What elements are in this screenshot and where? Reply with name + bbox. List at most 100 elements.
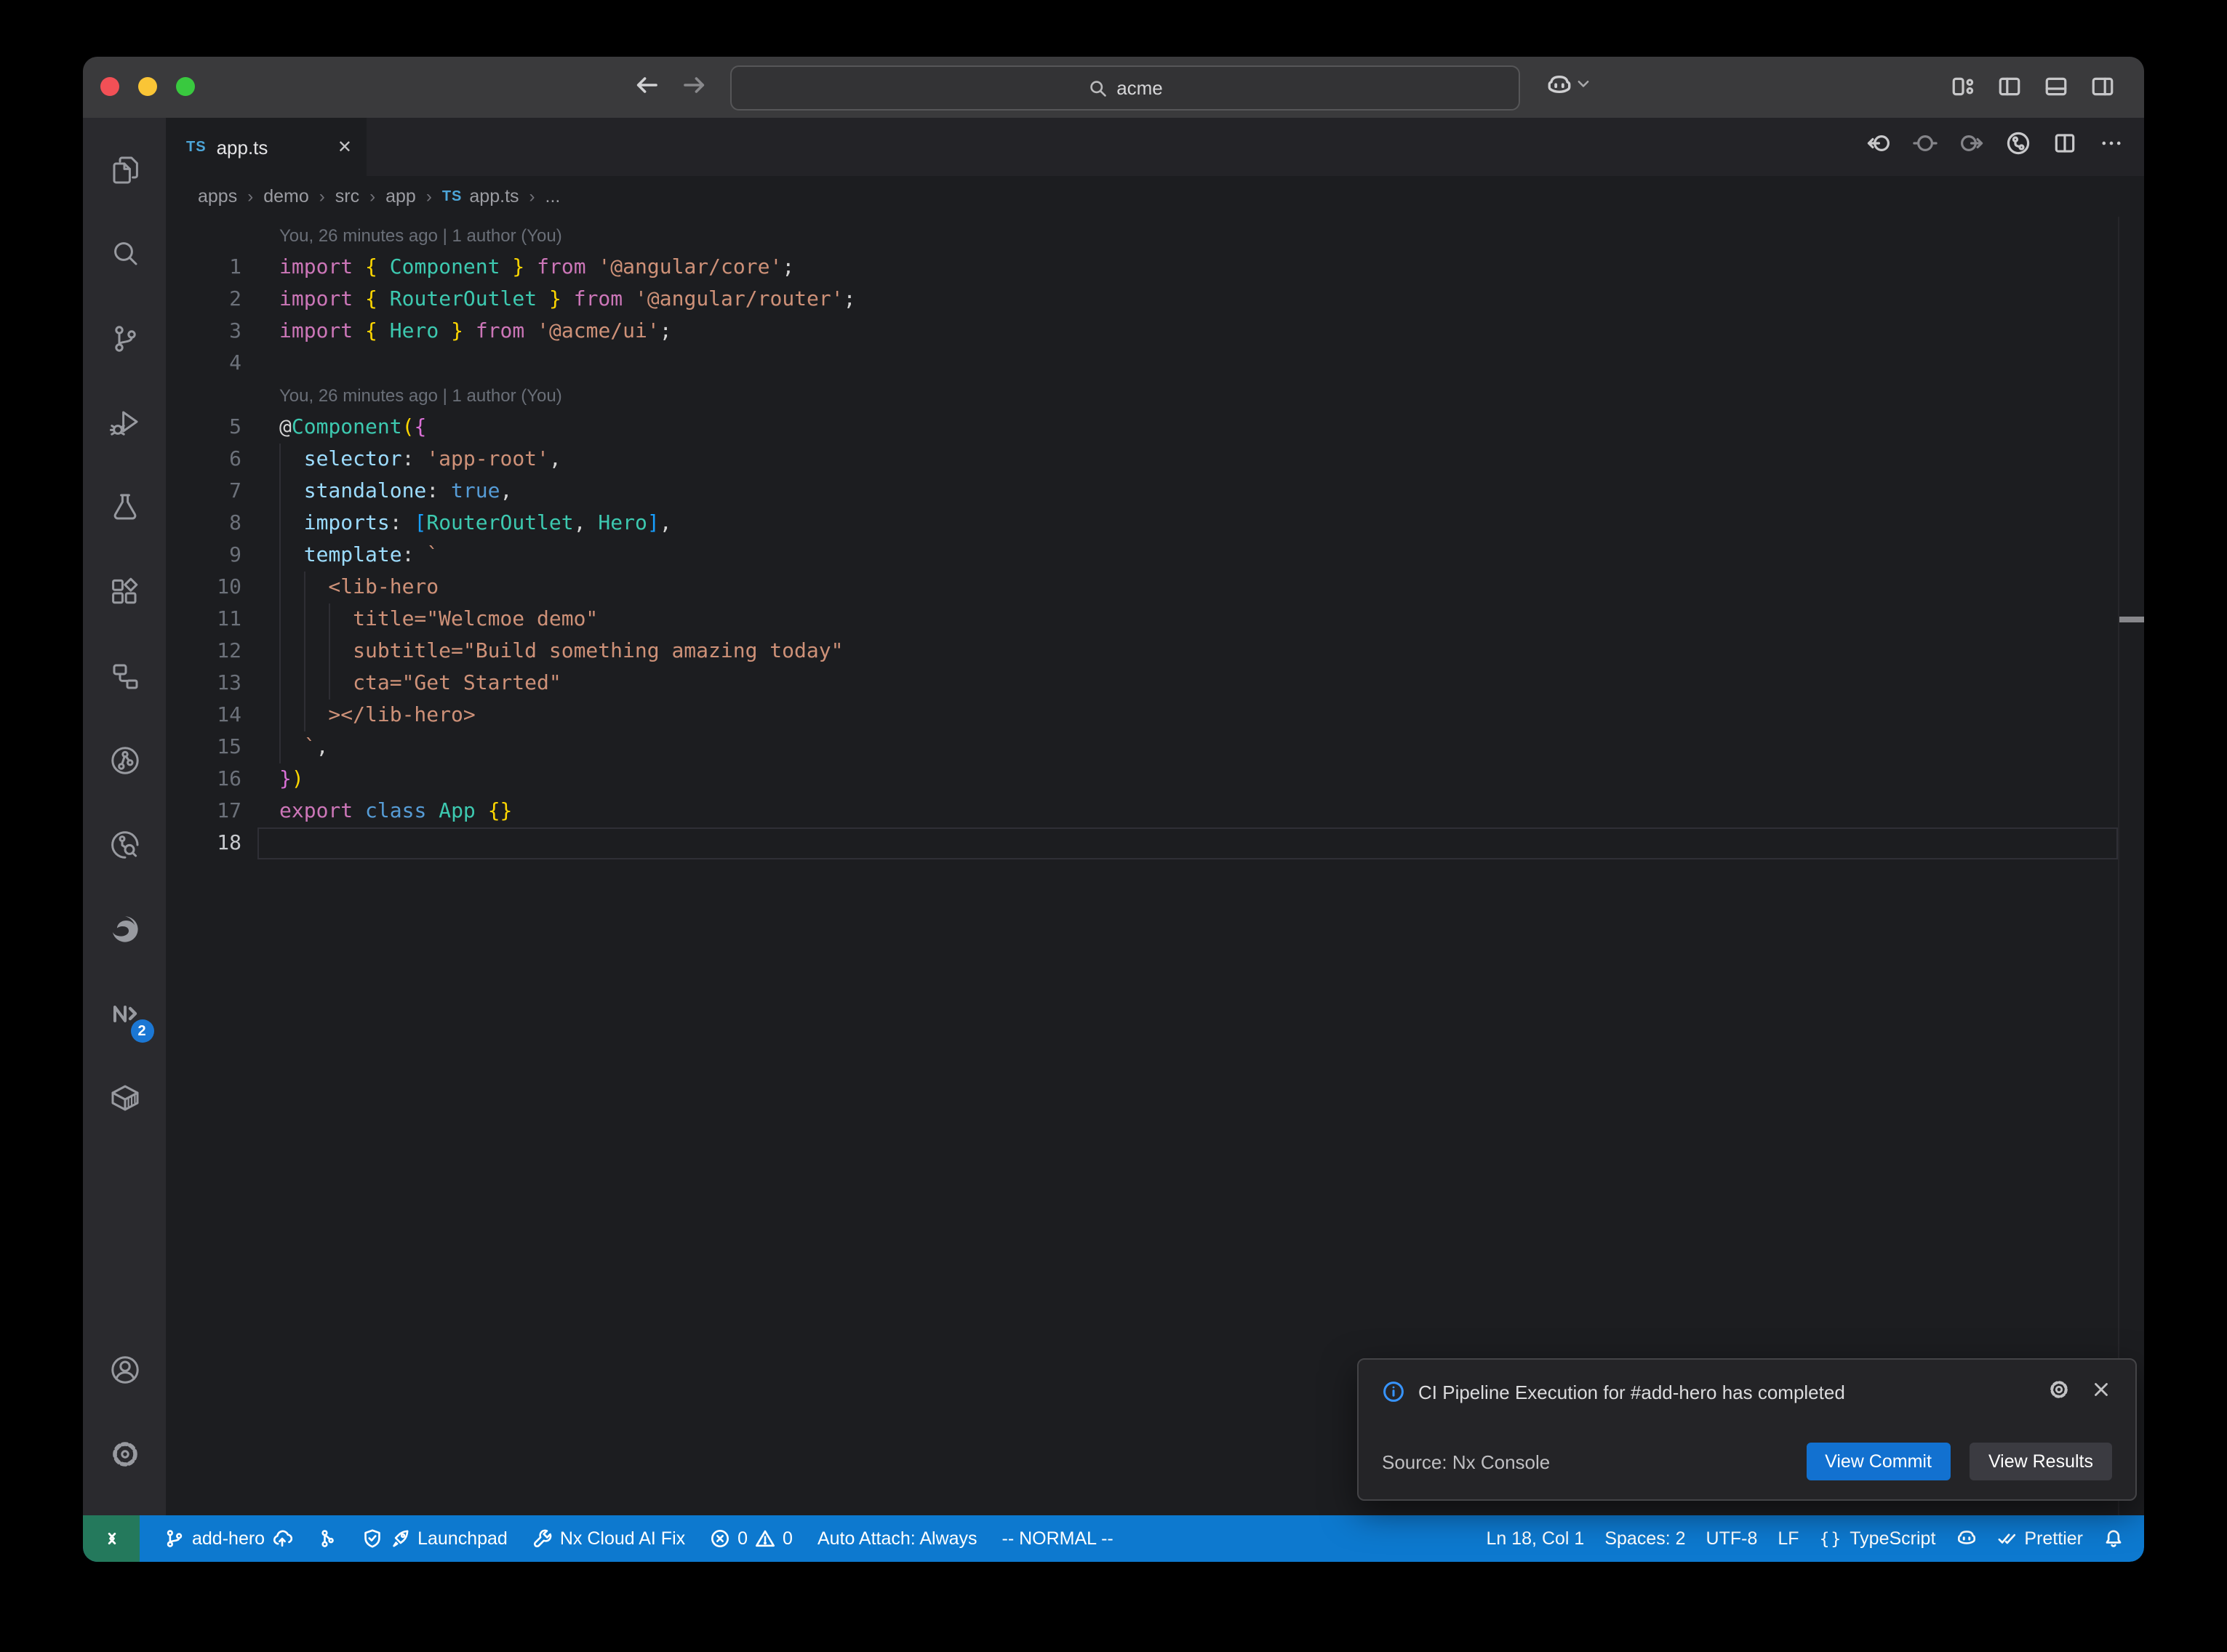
tab-label: app.ts [217, 136, 268, 158]
indent-guide [279, 731, 281, 763]
zoom-window-button[interactable] [176, 77, 195, 96]
split-editor-icon[interactable] [2052, 131, 2077, 163]
remote-indicator[interactable] [83, 1515, 140, 1562]
window-controls [100, 77, 195, 96]
eol[interactable]: LF [1778, 1528, 1799, 1549]
double-check-icon [1996, 1528, 2017, 1549]
notifications-bell[interactable] [2103, 1528, 2124, 1549]
launchpad-item[interactable]: Launchpad [362, 1528, 508, 1549]
activity-nx-console[interactable]: 2 [92, 982, 156, 1046]
breadcrumb-item-appts[interactable]: TSapp.ts [442, 186, 519, 206]
history-nav [633, 71, 708, 106]
language-mode[interactable]: {}TypeScript [1820, 1528, 1936, 1549]
indent-guide [279, 444, 281, 476]
activity-source-control[interactable] [92, 307, 156, 371]
code-line-3: 3import { Hero } from '@acme/ui'; [166, 316, 2144, 348]
gitlens-item[interactable] [317, 1528, 337, 1549]
activity-explorer[interactable] [92, 138, 156, 202]
code-line-17: 17export class App {} [166, 795, 2144, 827]
indent-guide [279, 572, 281, 604]
activity-hierarchy[interactable] [92, 644, 156, 708]
tab-app-ts[interactable]: TS app.ts ✕ [166, 118, 367, 176]
view-commit-button[interactable]: View Commit [1806, 1443, 1951, 1480]
cursor-position[interactable]: Ln 18, Col 1 [1487, 1528, 1585, 1549]
breadcrumb-separator: › [319, 186, 325, 206]
commit-graph-icon[interactable] [2006, 131, 2031, 163]
activity-gitlens-inspect[interactable] [92, 813, 156, 877]
code-line-1: 1import { Component } from '@angular/cor… [166, 252, 2144, 284]
indentation[interactable]: Spaces: 2 [1604, 1528, 1685, 1549]
indent-guide [279, 508, 281, 540]
info-icon [1382, 1380, 1405, 1403]
copilot-status[interactable] [1956, 1528, 1976, 1549]
workbench: 2 TS app.ts ✕ apps›demo›src›app›TSapp.ts… [83, 118, 2144, 1515]
notification-source: Source: Nx Console [1382, 1451, 1550, 1472]
panel-bottom-icon[interactable] [2044, 74, 2068, 106]
braces-icon: {} [1820, 1528, 1843, 1549]
panel-left-icon[interactable] [1997, 74, 2022, 106]
indent-guide [328, 604, 329, 635]
nx-cloud-ai-fix[interactable]: Nx Cloud AI Fix [532, 1528, 685, 1549]
status-left: add-hero Launchpad Nx Cloud AI Fix 00 Auto A… [103, 1515, 1114, 1562]
vscode-window: acme 2 TS app.ts ✕ apps›demo›src› [83, 57, 2144, 1562]
bell-icon [2103, 1528, 2124, 1549]
indent-guide [279, 476, 281, 508]
more-actions-icon[interactable] [2099, 131, 2124, 163]
code-line-18: 18 [166, 827, 2144, 859]
line-number: 1 [166, 252, 279, 284]
activity-accounts[interactable] [92, 1338, 156, 1402]
command-center-search[interactable]: acme [730, 65, 1520, 111]
breadcrumb-item-app[interactable]: app [385, 186, 416, 206]
blame-annotation: You, 26 minutes ago | 1 author (You) [166, 220, 2144, 252]
encoding[interactable]: UTF-8 [1706, 1528, 1758, 1549]
notification-gear-icon[interactable] [2048, 1379, 2070, 1405]
line-number: 2 [166, 284, 279, 316]
breadcrumb-item-src[interactable]: src [335, 186, 359, 206]
indent-guide [279, 540, 281, 572]
code-line-4: 4 [166, 348, 2144, 380]
panel-right-icon[interactable] [2090, 74, 2115, 106]
error-circle-icon [710, 1528, 730, 1549]
problems-item[interactable]: 00 [710, 1528, 793, 1549]
breadcrumb-item-demo[interactable]: demo [263, 186, 309, 206]
indent-guide [304, 635, 305, 667]
tab-bar: TS app.ts ✕ [166, 118, 2144, 176]
minimize-window-button[interactable] [138, 77, 157, 96]
activity-testing[interactable] [92, 476, 156, 540]
copilot-menu[interactable] [1546, 73, 1591, 99]
line-number: 15 [166, 731, 279, 763]
close-window-button[interactable] [100, 77, 119, 96]
code-line-16: 16}) [166, 763, 2144, 795]
vim-mode[interactable]: -- NORMAL -- [1002, 1528, 1114, 1549]
breadcrumb-separator: › [529, 186, 535, 206]
activity-edge-tools[interactable] [92, 897, 156, 961]
activity-gitlens[interactable] [92, 729, 156, 793]
auto-attach[interactable]: Auto Attach: Always [817, 1528, 977, 1549]
line-number: 5 [166, 412, 279, 444]
branch-item[interactable]: add-hero [164, 1528, 292, 1549]
status-right: Ln 18, Col 1 Spaces: 2 UTF-8 LF {}TypeScript… [1487, 1528, 2124, 1549]
breadcrumb-item-apps[interactable]: apps [198, 186, 237, 206]
formatter[interactable]: Prettier [1996, 1528, 2083, 1549]
back-icon[interactable] [633, 71, 660, 106]
notification-close-icon[interactable] [2090, 1379, 2112, 1405]
activity-settings[interactable] [92, 1422, 156, 1486]
nav-forward-icon[interactable] [1959, 131, 1984, 163]
activity-extensions[interactable] [92, 560, 156, 624]
nav-back-icon[interactable] [1866, 131, 1891, 163]
activity-search[interactable] [92, 222, 156, 286]
code-rows: You, 26 minutes ago | 1 author (You)1imp… [166, 217, 2144, 859]
code-editor[interactable]: You, 26 minutes ago | 1 author (You)1imp… [166, 217, 2144, 1515]
editor-actions [1866, 118, 2124, 176]
code-line-8: 8 imports: [RouterOutlet, Hero], [166, 508, 2144, 540]
view-results-button[interactable]: View Results [1970, 1443, 2112, 1480]
nav-current-icon[interactable] [1913, 131, 1938, 163]
forward-icon[interactable] [681, 71, 708, 106]
activity-containers[interactable] [92, 1066, 156, 1130]
activity-run-debug[interactable] [92, 391, 156, 455]
layout-custom-icon[interactable] [1951, 74, 1975, 106]
close-icon[interactable]: ✕ [337, 137, 352, 157]
cloud-upload-icon [272, 1528, 292, 1549]
indent-guide [279, 667, 281, 699]
breadcrumb-item-[interactable]: ... [545, 186, 561, 206]
